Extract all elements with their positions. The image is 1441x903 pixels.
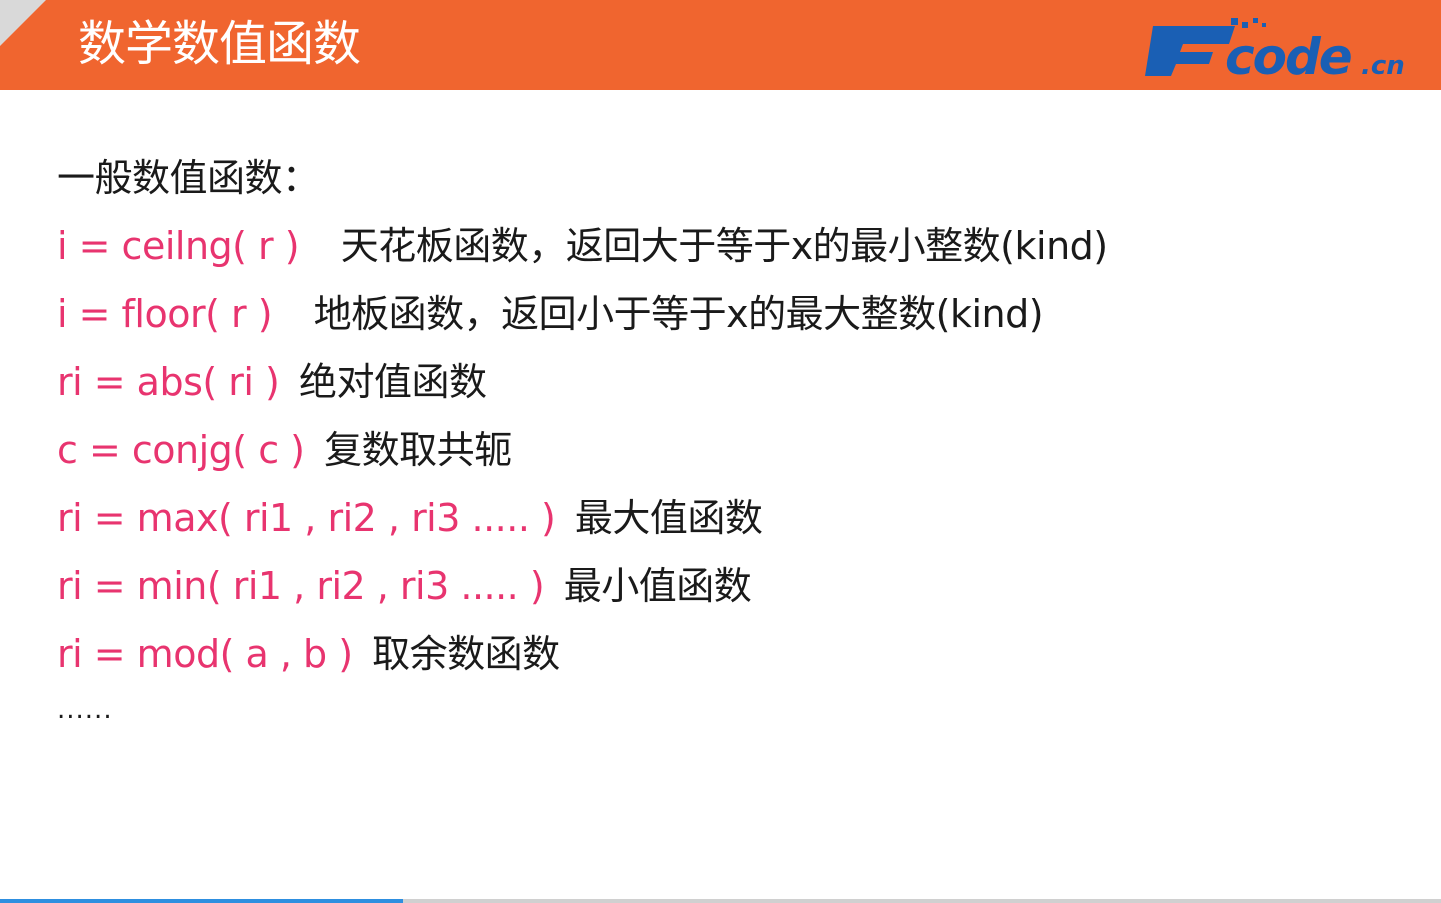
logo-pixel: [1253, 18, 1258, 23]
logo-suffix: .cn: [1361, 51, 1405, 78]
section-heading: 一般数值函数：: [57, 156, 320, 200]
function-signature: ri = max( ri1 , ri2 , ri3 ..... ): [57, 496, 556, 540]
function-signature: i = floor( r ): [57, 292, 273, 336]
slide-title: 数学数值函数: [78, 16, 361, 72]
function-row: ri = min( ri1 , ri2 , ri3 ..... ) 最小值函数: [57, 552, 1417, 620]
function-row: c = conjg( c ) 复数取共轭: [57, 416, 1417, 484]
page-fold-corner: [0, 0, 46, 46]
function-signature: i = ceilng( r ): [57, 224, 300, 268]
logo-pixel: [1231, 18, 1238, 25]
function-row: ri = mod( a , b ) 取余数函数: [57, 620, 1417, 688]
function-row: i = floor( r ) 地板函数，返回小于等于x的最大整数(kind): [57, 280, 1417, 348]
function-description: 取余数函数: [372, 632, 560, 676]
slide-body: 一般数值函数： i = ceilng( r ) 天花板函数，返回大于等于x的最小…: [57, 144, 1417, 738]
function-description: 地板函数，返回小于等于x的最大整数(kind): [313, 292, 1044, 336]
function-signature: ri = mod( a , b ): [57, 632, 353, 676]
function-signature: c = conjg( c ): [57, 428, 305, 472]
function-signature: ri = abs( ri ): [57, 360, 280, 404]
function-row: ri = max( ri1 , ri2 , ri3 ..... ) 最大值函数: [57, 484, 1417, 552]
function-signature: ri = min( ri1 , ri2 , ri3 ..... ): [57, 564, 545, 608]
function-description: 复数取共轭: [324, 428, 512, 472]
logo-wordmark: code: [1225, 28, 1351, 78]
logo-pixel: [1262, 23, 1266, 27]
logo-f-shape: [1145, 26, 1235, 76]
video-progress-track[interactable]: [0, 899, 1441, 903]
fcode-logo: code .cn: [1143, 14, 1435, 78]
continuation-ellipsis: ......: [57, 695, 113, 725]
video-progress-fill: [0, 899, 404, 903]
function-description: 天花板函数，返回大于等于x的最小整数(kind): [340, 224, 1108, 268]
function-description: 最大值函数: [574, 496, 763, 540]
function-description: 绝对值函数: [298, 360, 487, 404]
function-description: 最小值函数: [563, 564, 752, 608]
function-row: i = ceilng( r ) 天花板函数，返回大于等于x的最小整数(kind): [57, 212, 1417, 280]
function-row: ri = abs( ri ) 绝对值函数: [57, 348, 1417, 416]
